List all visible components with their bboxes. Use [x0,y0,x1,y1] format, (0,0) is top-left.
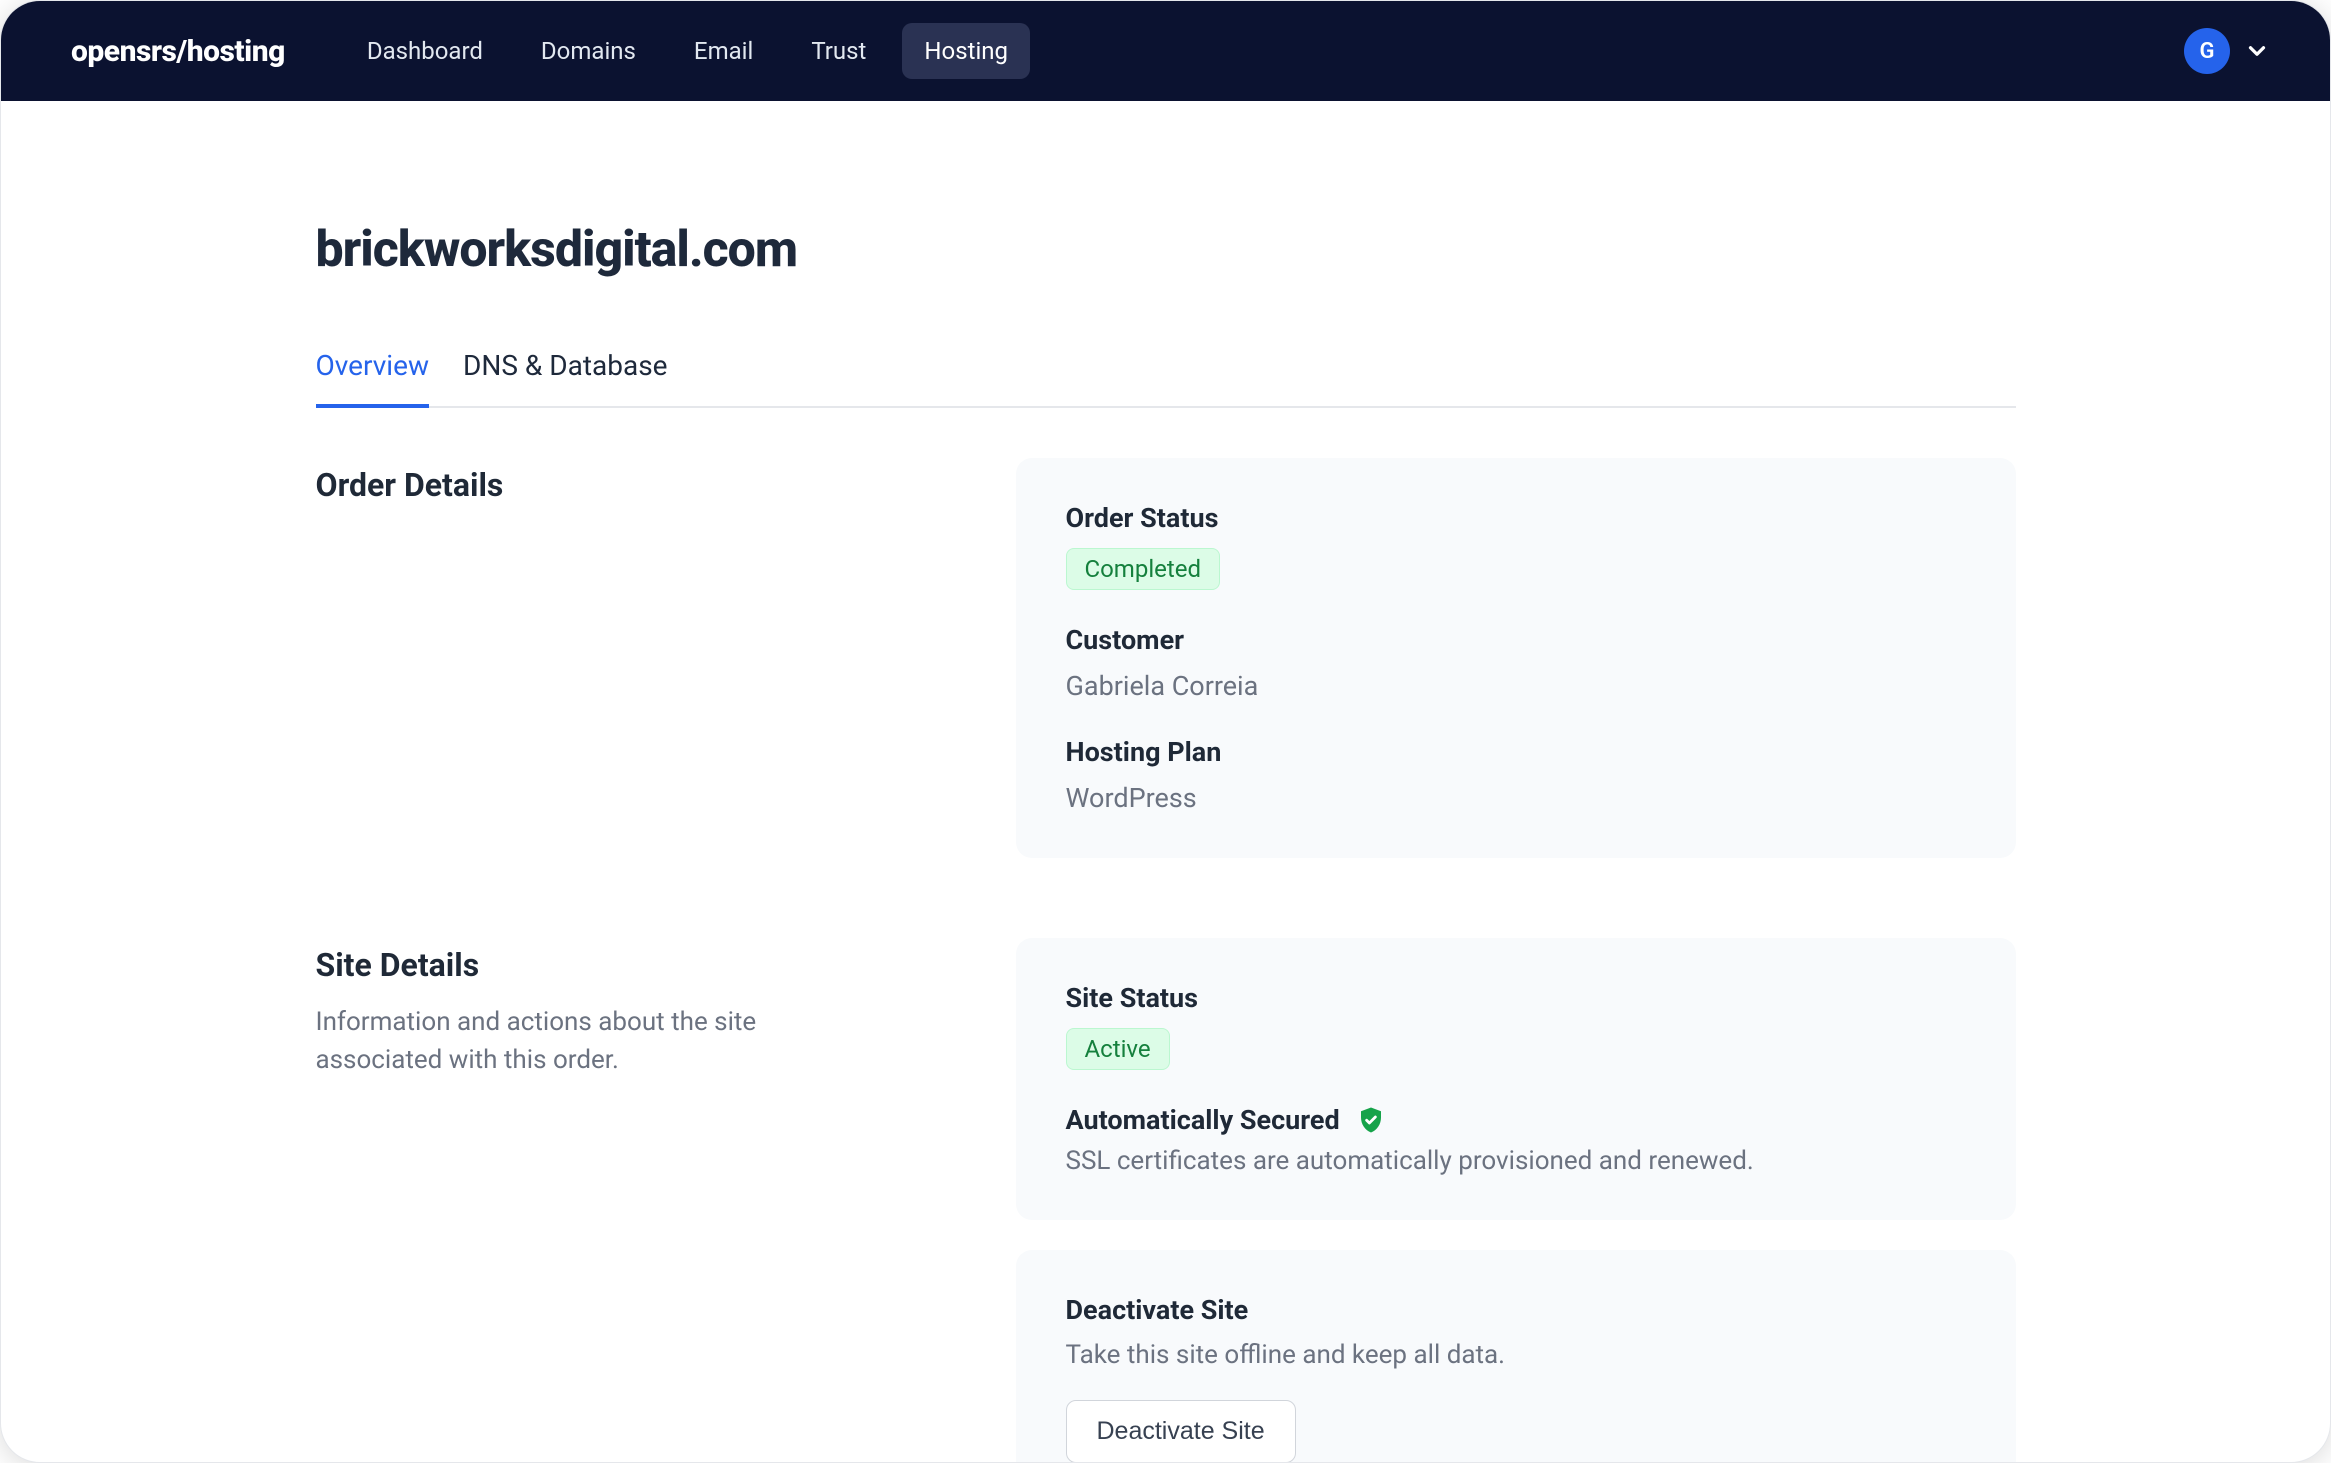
app-window: opensrs/hosting Dashboard Domains Email … [0,0,2331,1463]
avatar: G [2184,28,2230,74]
nav-trust[interactable]: Trust [789,23,888,79]
order-details-cards: Order Status Completed Customer Gabriela… [1016,458,2016,858]
site-status-card: Site Status Active Automatically Secured… [1016,938,2016,1220]
hosting-plan-label: Hosting Plan [1066,736,1966,768]
user-menu[interactable]: G [2184,28,2270,74]
section-site-left: Site Details Information and actions abo… [316,938,996,1463]
nav-dashboard[interactable]: Dashboard [345,23,505,79]
section-order-left: Order Details [316,458,996,858]
order-status-label: Order Status [1066,502,1966,534]
site-status-label: Site Status [1066,982,1966,1014]
nav-links: Dashboard Domains Email Trust Hosting [345,23,1030,79]
deactivate-desc: Take this site offline and keep all data… [1066,1340,1966,1370]
chevron-down-icon [2244,38,2270,64]
brand-logo[interactable]: opensrs/hosting [71,34,285,69]
nav-domains[interactable]: Domains [519,23,658,79]
deactivate-site-button[interactable]: Deactivate Site [1066,1400,1296,1463]
hosting-plan-value: WordPress [1066,782,1966,814]
order-details-card: Order Status Completed Customer Gabriela… [1016,458,2016,858]
page-body: brickworksdigital.com Overview DNS & Dat… [1,101,2330,1463]
tab-overview[interactable]: Overview [316,349,430,408]
section-order-details: Order Details Order Status Completed Cus… [316,458,2016,858]
page-container: brickworksdigital.com Overview DNS & Dat… [316,221,2016,1463]
secured-row: Automatically Secured [1066,1104,1966,1136]
section-site-details: Site Details Information and actions abo… [316,938,2016,1463]
site-details-title: Site Details [316,946,996,984]
tabs: Overview DNS & Database [316,349,2016,408]
deactivate-card: Deactivate Site Take this site offline a… [1016,1250,2016,1463]
deactivate-title: Deactivate Site [1066,1294,1966,1326]
secured-desc: SSL certificates are automatically provi… [1066,1146,1966,1176]
brand-part1: opensrs [71,34,176,69]
nav-email[interactable]: Email [672,23,775,79]
page-title: brickworksdigital.com [316,221,2016,279]
brand-part2: hosting [187,34,285,69]
top-nav: opensrs/hosting Dashboard Domains Email … [1,1,2330,101]
nav-hosting[interactable]: Hosting [902,23,1030,79]
order-details-title: Order Details [316,466,996,504]
shield-check-icon [1356,1105,1386,1135]
brand-slash: / [176,34,186,69]
site-details-desc: Information and actions about the site a… [316,1004,876,1079]
order-status-badge: Completed [1066,548,1221,590]
customer-value: Gabriela Correia [1066,670,1966,702]
tab-dns-database[interactable]: DNS & Database [463,349,668,408]
site-status-badge: Active [1066,1028,1170,1070]
secured-label: Automatically Secured [1066,1104,1340,1136]
site-details-cards: Site Status Active Automatically Secured… [1016,938,2016,1463]
customer-label: Customer [1066,624,1966,656]
